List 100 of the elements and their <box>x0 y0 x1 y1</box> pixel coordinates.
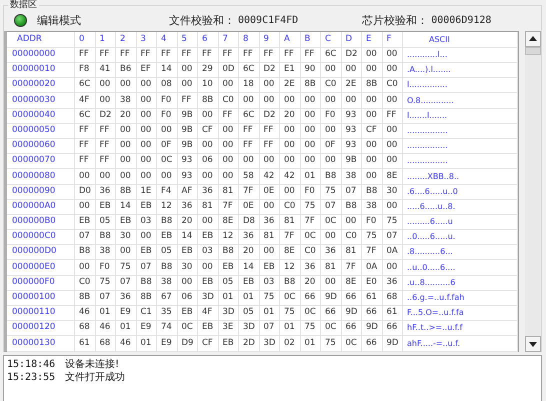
hex-cell: 68 <box>96 336 116 352</box>
hex-cell: FF <box>178 47 198 63</box>
ascii-cell: ..6.g.=..u.f.fah <box>403 290 518 306</box>
hex-cell: 00 <box>362 168 382 184</box>
hex-cell: 9D <box>362 320 382 336</box>
hex-cell: 68 <box>382 290 403 306</box>
column-header: 7 <box>218 32 239 48</box>
hex-cell: FF <box>300 47 321 63</box>
hex-cell: B8 <box>362 184 382 200</box>
hex-cell: FF <box>239 138 260 154</box>
hex-cell: D2 <box>260 62 280 78</box>
address-cell: 00000130 <box>7 336 75 352</box>
hex-cell: B8 <box>96 229 116 246</box>
hex-cell: FF <box>96 122 116 139</box>
hex-cell: FF <box>75 47 96 63</box>
hex-cell: 00 <box>75 198 96 215</box>
hex-cell: 00 <box>382 122 403 139</box>
hex-cell: 00 <box>321 274 342 291</box>
ascii-cell: .u..8..........6 <box>403 274 518 291</box>
hex-cell: 66 <box>342 320 362 336</box>
hex-cell: 12 <box>157 198 178 215</box>
hex-cell: 3D <box>218 305 239 322</box>
hex-cell: 14 <box>239 260 260 276</box>
hex-cell: 00 <box>178 274 198 291</box>
hex-cell: 0C <box>342 336 362 352</box>
hex-cell: 36 <box>198 184 218 200</box>
hex-cell: 00 <box>300 122 321 139</box>
hex-cell: EB <box>198 274 218 291</box>
column-header: 4 <box>157 32 178 48</box>
address-cell: 000000E0 <box>7 260 75 276</box>
hex-cell: 10 <box>198 77 218 94</box>
hex-cell: F4 <box>157 184 178 200</box>
hex-cell: 3D <box>260 336 280 352</box>
hex-cell: 00 <box>157 122 178 139</box>
hex-cell: EB <box>136 198 157 215</box>
hex-cell: E9 <box>116 305 136 322</box>
hex-cell: 00 <box>260 153 280 170</box>
hex-cell: 00 <box>321 153 342 170</box>
hex-cell: 00 <box>178 77 198 94</box>
hex-cell: 00 <box>382 198 403 215</box>
hex-cell: 93 <box>178 168 198 184</box>
hex-cell: FF <box>239 122 260 139</box>
hex-cell: 30 <box>382 184 403 200</box>
hex-cell: 00 <box>96 77 116 94</box>
hex-cell: 8B <box>362 77 382 94</box>
hex-cell: D8 <box>239 214 260 230</box>
hex-cell: 00 <box>362 62 382 78</box>
hex-cell: 00 <box>178 62 198 78</box>
scroll-thumb[interactable] <box>525 47 541 55</box>
hex-cell: FF <box>75 138 96 154</box>
vertical-scrollbar[interactable] <box>525 31 541 352</box>
ascii-cell: ........XBB..8.. <box>403 168 518 184</box>
hex-cell: 4F <box>198 305 218 322</box>
address-cell: 000000B0 <box>7 214 75 230</box>
hex-cell: 66 <box>382 320 403 336</box>
hex-cell: F8 <box>75 62 96 78</box>
hex-cell: FF <box>260 138 280 154</box>
hex-cell: 14 <box>116 198 136 215</box>
hex-cell: 00 <box>198 138 218 154</box>
hex-cell: 35 <box>157 305 178 322</box>
hex-cell: 0C <box>300 305 321 322</box>
hex-cell: FF <box>116 47 136 63</box>
column-header: 8 <box>239 32 260 48</box>
column-header: A <box>280 32 300 48</box>
address-cell: 00000070 <box>7 153 75 170</box>
hex-cell: 05 <box>239 305 260 322</box>
hex-cell: 00 <box>280 184 300 200</box>
scroll-up-icon[interactable] <box>525 31 541 47</box>
hex-cell: 46 <box>96 320 116 336</box>
hex-cell: 7F <box>280 229 300 246</box>
address-cell: 00000020 <box>7 77 75 94</box>
hex-cell: 14 <box>178 229 198 246</box>
hex-cell: 67 <box>157 290 178 306</box>
hex-cell: 00 <box>260 244 280 260</box>
hex-cell: 00 <box>218 168 239 184</box>
hex-cell: 75 <box>362 229 382 246</box>
scroll-down-icon[interactable] <box>525 336 541 352</box>
hex-cell: 9D <box>321 290 342 306</box>
hex-cell: EB <box>218 260 239 276</box>
hex-cell: 66 <box>321 305 342 322</box>
hex-cell: 7F <box>300 214 321 230</box>
hex-cell: 00 <box>75 260 96 276</box>
column-header: 9 <box>260 32 280 48</box>
hex-cell: B8 <box>321 168 342 184</box>
hex-cell: 00 <box>136 138 157 154</box>
hex-cell: 00 <box>300 138 321 154</box>
hex-cell: 00 <box>239 153 260 170</box>
hex-cell: E1 <box>280 62 300 78</box>
hex-cell: 07 <box>75 229 96 246</box>
hex-cell: 01 <box>136 336 157 352</box>
hex-cell: EB <box>178 244 198 260</box>
hex-cell: 00 <box>362 153 382 170</box>
hex-cell: 81 <box>260 229 280 246</box>
hex-cell: 36 <box>382 274 403 291</box>
column-header: ASCII <box>403 32 518 48</box>
hex-cell: 00 <box>136 122 157 139</box>
hex-cell: 00 <box>136 77 157 94</box>
hex-cell: 00 <box>382 153 403 170</box>
hex-cell: 00 <box>342 92 362 109</box>
hex-cell: CF <box>198 336 218 352</box>
